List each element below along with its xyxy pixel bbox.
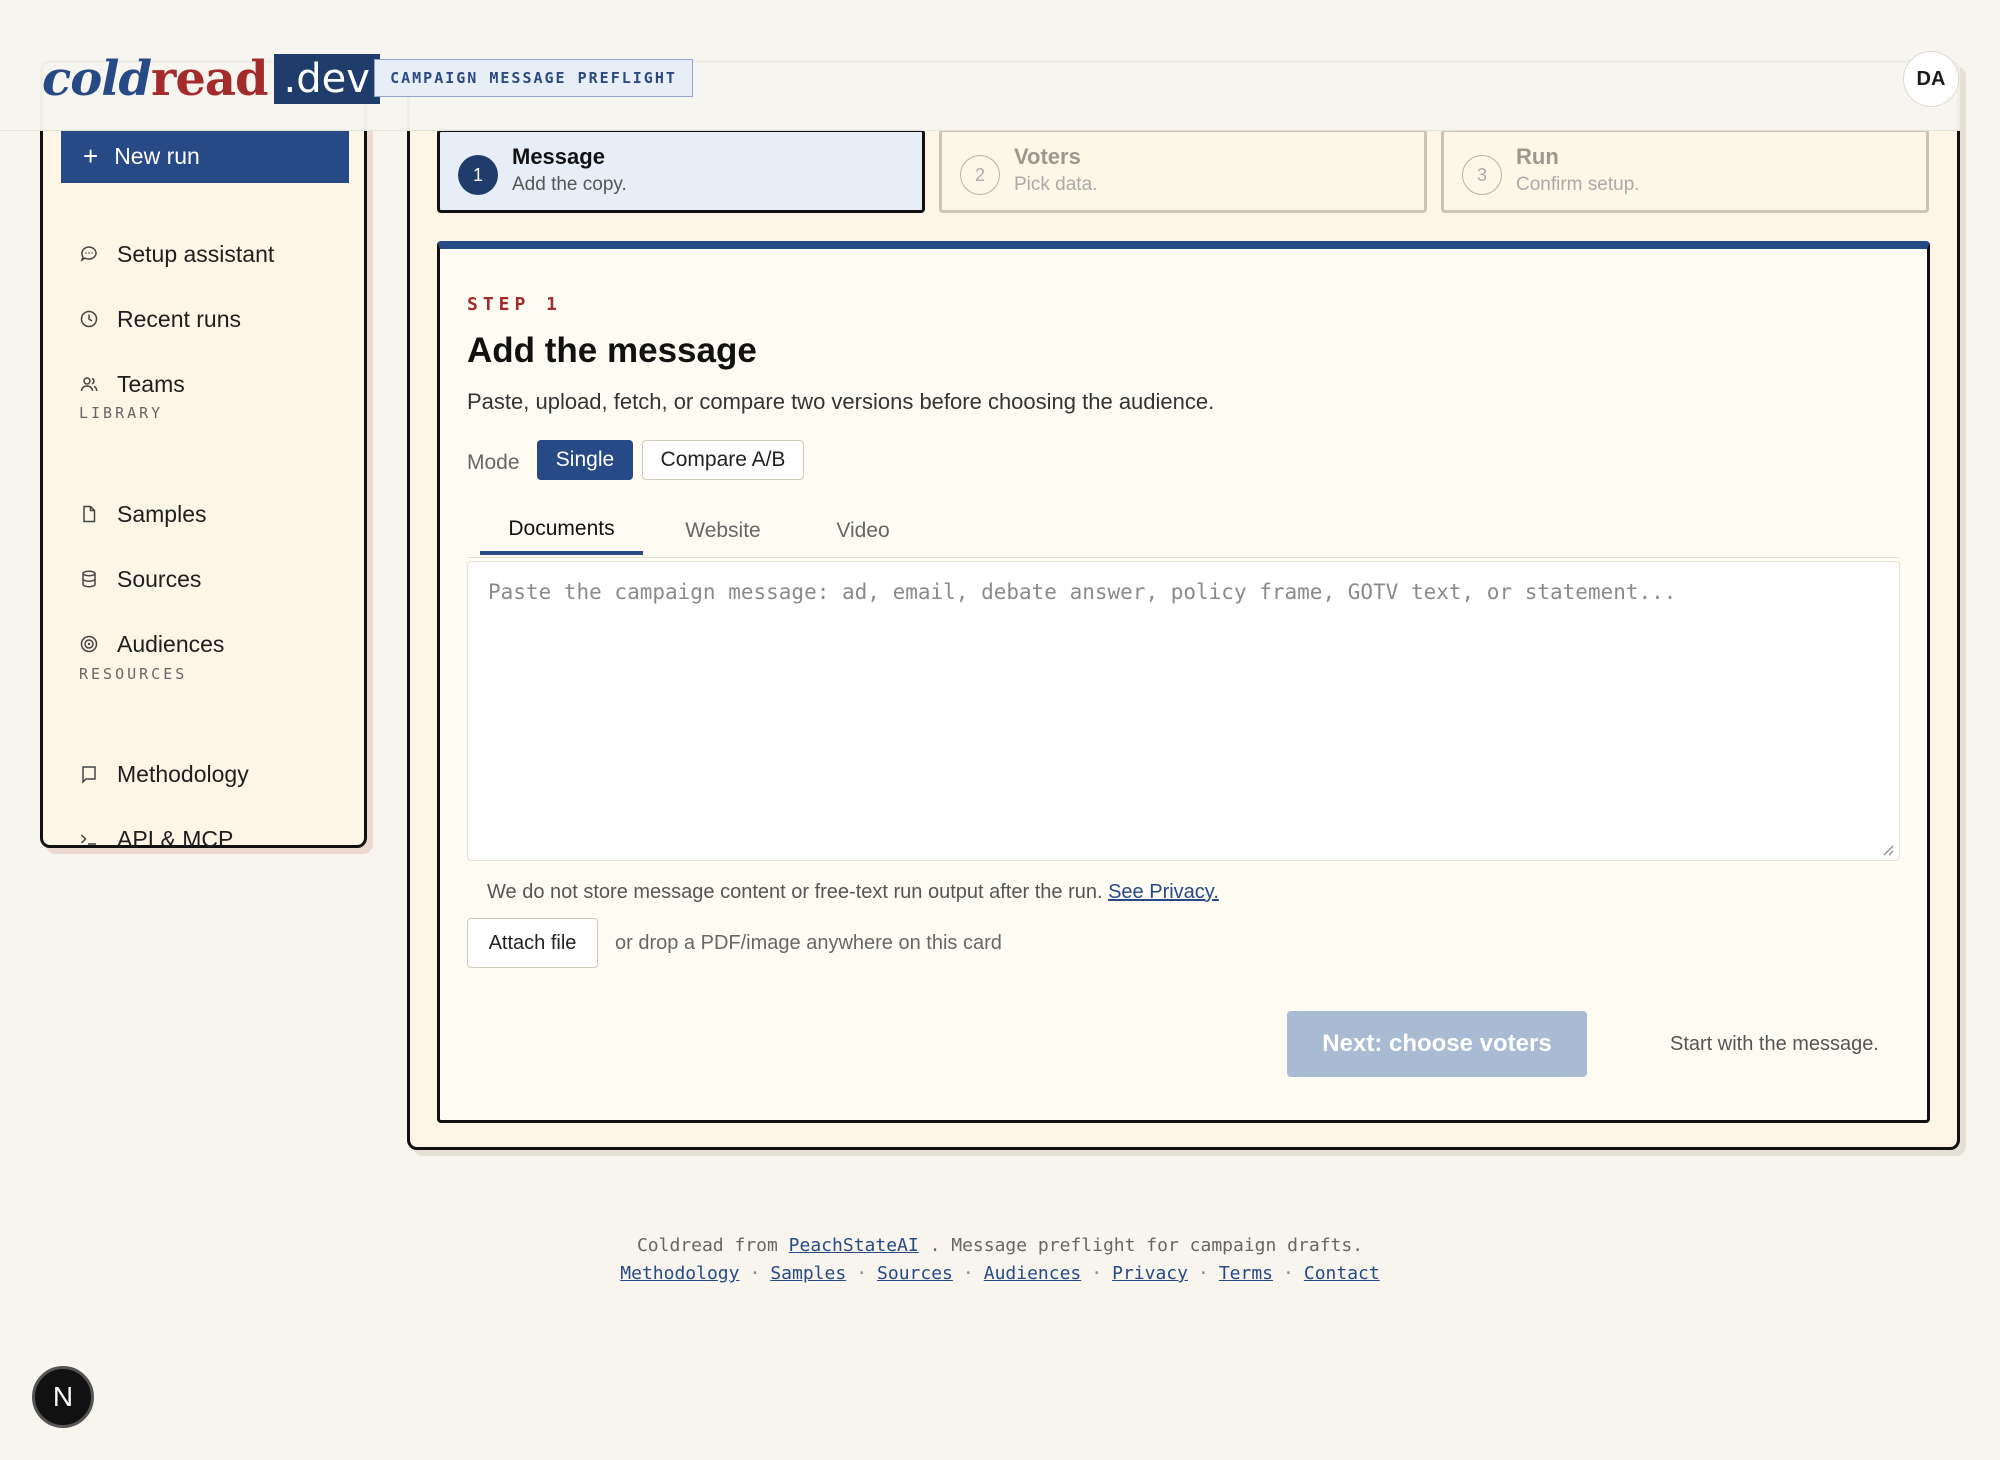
message-textarea[interactable] xyxy=(467,561,1900,861)
footer-text: . Message preflight for campaign drafts. xyxy=(929,1235,1364,1256)
sidebar-item-label: Samples xyxy=(117,500,207,527)
tab-website[interactable]: Website xyxy=(653,507,793,555)
n-badge-button[interactable]: N xyxy=(32,1366,94,1428)
step-subtitle: Pick data. xyxy=(1014,174,1098,195)
book-icon xyxy=(79,764,99,784)
footer-link-terms[interactable]: Terms xyxy=(1219,1263,1273,1284)
sidebar: + New run Setup assistant Recent runs Te… xyxy=(40,60,367,852)
page-title: Add the message xyxy=(467,331,757,370)
chat-bubble-icon xyxy=(79,244,99,264)
sidebar-item-api-mcp[interactable]: API & MCP xyxy=(79,819,233,859)
sidebar-item-sources[interactable]: Sources xyxy=(79,559,201,599)
step-run[interactable]: 3 Run Confirm setup. xyxy=(1441,129,1929,213)
sidebar-item-label: Setup assistant xyxy=(117,240,275,267)
sidebar-item-label: Methodology xyxy=(117,760,249,787)
library-heading: LIBRARY xyxy=(79,404,164,422)
step-eyebrow: STEP 1 xyxy=(467,294,563,315)
step-title: Run xyxy=(1516,144,1559,169)
mode-compare-button[interactable]: Compare A/B xyxy=(642,440,804,480)
step-message[interactable]: 1 Message Add the copy. xyxy=(437,129,925,213)
step-title: Message xyxy=(512,144,605,169)
sidebar-item-label: Audiences xyxy=(117,630,225,657)
next-hint: Start with the message. xyxy=(1670,1033,1879,1055)
sidebar-item-label: Teams xyxy=(117,370,185,397)
database-icon xyxy=(79,569,99,589)
privacy-link[interactable]: See Privacy. xyxy=(1108,881,1219,903)
footer-line-1: Coldread from PeachStateAI . Message pre… xyxy=(0,1232,2000,1260)
footer-separator: · xyxy=(749,1263,761,1284)
footer-separator: · xyxy=(1091,1263,1103,1284)
step-subtitle: Confirm setup. xyxy=(1516,174,1640,195)
sidebar-item-label: API & MCP xyxy=(117,825,234,852)
file-icon xyxy=(79,504,99,524)
resources-heading: RESOURCES xyxy=(79,665,188,683)
step-voters[interactable]: 2 Voters Pick data. xyxy=(939,129,1427,213)
new-run-button[interactable]: + New run xyxy=(61,129,349,183)
sidebar-item-label: Recent runs xyxy=(117,305,242,332)
step-number: 1 xyxy=(458,155,498,195)
new-run-label: New run xyxy=(114,142,200,169)
tab-video[interactable]: Video xyxy=(803,507,923,555)
step-number: 3 xyxy=(1462,155,1502,195)
footer-separator: · xyxy=(962,1263,974,1284)
privacy-text: We do not store message content or free-… xyxy=(487,881,1103,903)
product-badge: CAMPAIGN MESSAGE PREFLIGHT xyxy=(374,59,693,97)
clock-icon xyxy=(79,309,99,329)
target-icon xyxy=(79,634,99,654)
avatar[interactable]: DA xyxy=(1903,51,1959,107)
footer-separator: · xyxy=(1197,1263,1209,1284)
privacy-note: We do not store message content or free-… xyxy=(487,881,1219,904)
terminal-icon xyxy=(79,829,99,849)
footer-links: Methodology · Samples · Sources · Audiences · Pr… xyxy=(0,1260,2000,1288)
sidebar-item-setup-assistant[interactable]: Setup assistant xyxy=(79,234,274,274)
footer-separator: · xyxy=(856,1263,868,1284)
mode-label: Mode xyxy=(467,451,520,474)
footer-link-peachstateai[interactable]: PeachStateAI xyxy=(789,1235,919,1256)
mode-single-button[interactable]: Single xyxy=(537,440,633,480)
sidebar-item-teams[interactable]: Teams xyxy=(79,364,185,404)
step-number: 2 xyxy=(960,155,1000,195)
footer-link-privacy[interactable]: Privacy xyxy=(1112,1263,1188,1284)
main-panel: 1 Message Add the copy. 2 Voters Pick da… xyxy=(407,60,1960,1150)
footer-link-audiences[interactable]: Audiences xyxy=(984,1263,1082,1284)
attach-file-button[interactable]: Attach file xyxy=(467,918,598,968)
card-description: Paste, upload, fetch, or compare two ver… xyxy=(467,389,1215,414)
sidebar-item-audiences[interactable]: Audiences xyxy=(79,624,224,664)
footer-separator: · xyxy=(1283,1263,1294,1284)
resize-handle-icon[interactable] xyxy=(1880,842,1894,856)
footer-link-contact[interactable]: Contact xyxy=(1304,1263,1380,1284)
logo-read: read xyxy=(151,51,268,107)
sidebar-item-label: Sources xyxy=(117,565,202,592)
sidebar-item-methodology[interactable]: Methodology xyxy=(79,754,249,794)
tab-documents[interactable]: Documents xyxy=(480,507,643,555)
logo[interactable]: cold read .dev xyxy=(42,51,380,107)
footer-link-samples[interactable]: Samples xyxy=(770,1263,846,1284)
logo-dev: .dev xyxy=(273,54,380,104)
footer-link-methodology[interactable]: Methodology xyxy=(620,1263,739,1284)
footer-text: Coldread from xyxy=(636,1235,778,1256)
footer: Coldread from PeachStateAI . Message pre… xyxy=(0,1232,2000,1288)
footer-link-sources[interactable]: Sources xyxy=(877,1263,953,1284)
top-bar: cold read .dev CAMPAIGN MESSAGE PREFLIGHT … xyxy=(0,0,1960,131)
step-subtitle: Add the copy. xyxy=(512,174,627,195)
logo-cold: cold xyxy=(42,51,152,107)
users-icon xyxy=(79,374,99,394)
step-title: Voters xyxy=(1014,144,1081,169)
plus-icon: + xyxy=(83,141,99,171)
next-choose-voters-button[interactable]: Next: choose voters xyxy=(1287,1011,1587,1077)
sidebar-item-recent-runs[interactable]: Recent runs xyxy=(79,299,241,339)
drop-hint: or drop a PDF/image anywhere on this car… xyxy=(615,932,1002,954)
tab-divider xyxy=(467,557,1900,558)
message-card: STEP 1 Add the message Paste, upload, fe… xyxy=(437,241,1930,1123)
sidebar-item-samples[interactable]: Samples xyxy=(79,494,206,534)
